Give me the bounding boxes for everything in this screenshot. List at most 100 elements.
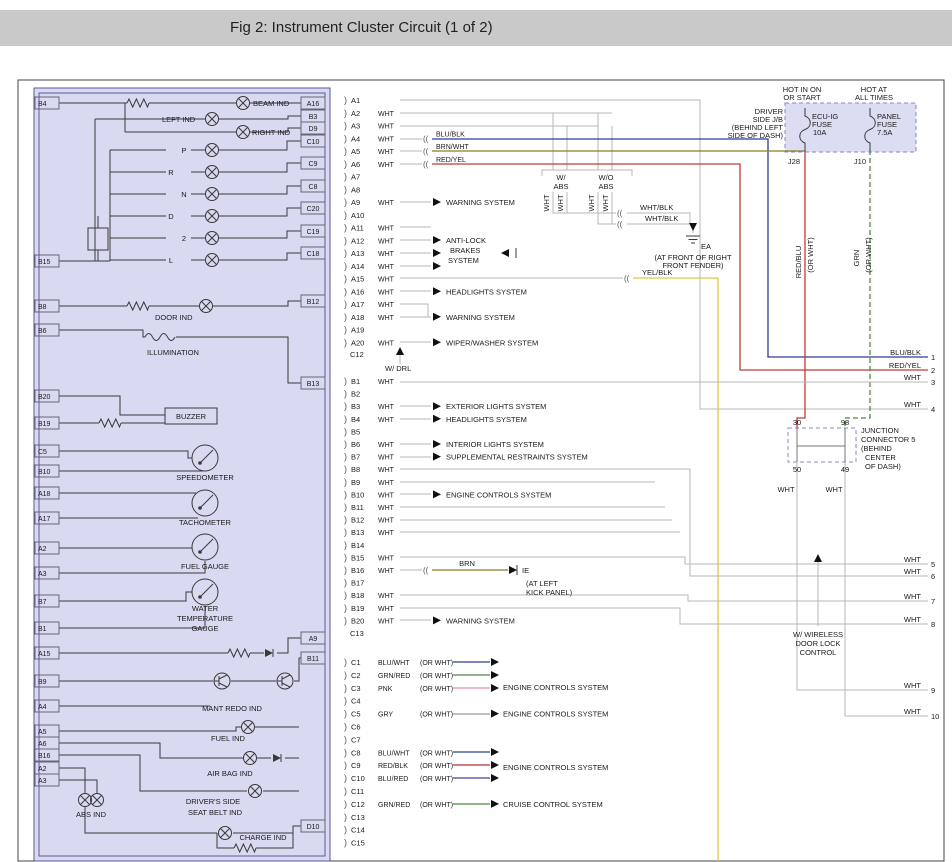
wire-color-label: RED/BLK bbox=[378, 763, 408, 770]
gauge-label: SPEEDOMETER bbox=[176, 473, 234, 482]
wire-alt-label: (OR WHT) bbox=[420, 673, 453, 680]
pin-label: B11 bbox=[351, 503, 364, 512]
inline-connector-glyph: (( bbox=[624, 274, 630, 283]
gauge-pivot bbox=[198, 461, 202, 465]
pin-bracket: ) bbox=[344, 825, 347, 835]
pin-label: B17 bbox=[351, 579, 364, 588]
pin-bracket: ) bbox=[344, 210, 347, 220]
wire-alt-label: (OR WHT) bbox=[420, 802, 453, 809]
junction-connector-label: CENTER bbox=[865, 453, 896, 462]
pin-label: A15 bbox=[351, 275, 364, 284]
pin-bracket: ) bbox=[344, 464, 347, 474]
pin-bracket: ) bbox=[344, 838, 347, 848]
pin-bracket: ) bbox=[344, 197, 347, 207]
wire-alt-label: (OR WHT) bbox=[420, 660, 453, 667]
pin-bracket: ) bbox=[344, 670, 347, 680]
junction-block-label: SIDE OF DASH) bbox=[728, 131, 784, 140]
wire-color-label: WHT bbox=[378, 264, 395, 271]
terminal-number: 1 bbox=[931, 353, 935, 362]
wire-alt-label: (OR WHT) bbox=[420, 776, 453, 783]
pin-label: B19 bbox=[351, 604, 364, 613]
pin-bracket: ) bbox=[344, 540, 347, 550]
pin-bracket: ) bbox=[344, 773, 347, 783]
gauge-label: GAUGE bbox=[191, 624, 218, 633]
pin-label: B7 bbox=[351, 453, 360, 462]
cluster-pin-label: A4 bbox=[38, 704, 47, 711]
pin-label: A8 bbox=[351, 185, 360, 194]
junction-connector-label: JUNCTION bbox=[861, 426, 899, 435]
pin-label: B16 bbox=[351, 566, 364, 575]
pin-bracket: ) bbox=[344, 223, 347, 233]
gear-position-label: R bbox=[168, 168, 174, 177]
pin-label: A12 bbox=[351, 236, 364, 245]
pin-label: B13 bbox=[351, 528, 364, 537]
wireless-door-lock-label: CONTROL bbox=[800, 648, 837, 657]
terminal-number: 7 bbox=[931, 597, 935, 606]
wire-alt-label: (OR WHT) bbox=[420, 712, 453, 719]
junction-pin-label: 49 bbox=[841, 465, 849, 474]
pin-label: B20 bbox=[351, 616, 364, 625]
wire-color-label: RED/BLU bbox=[794, 246, 803, 279]
cluster-pin-label: B6 bbox=[38, 328, 47, 335]
wire-color-label: WHT bbox=[904, 592, 921, 601]
gauge-label: TEMPERATURE bbox=[177, 614, 233, 623]
pin-label: A10 bbox=[351, 211, 364, 220]
cluster-pin-label: A17 bbox=[38, 516, 51, 523]
wire-color-label: WHT bbox=[378, 404, 395, 411]
wire-color-label: GRY bbox=[378, 712, 393, 719]
wire-color-label: BLU/WHT bbox=[378, 750, 410, 757]
cluster-pin-label: B8 bbox=[38, 304, 47, 311]
without-abs-label: W/O bbox=[599, 173, 614, 182]
gauge-label: WATER bbox=[192, 604, 219, 613]
wire-color-label: WHT bbox=[378, 226, 395, 233]
connector-j28-label: J28 bbox=[788, 157, 800, 166]
connector-c12-label: C12 bbox=[350, 350, 364, 359]
ecu-ig-fuse-label: 10A bbox=[813, 128, 826, 137]
system-label: SYSTEM bbox=[448, 256, 479, 265]
pin-bracket: ) bbox=[344, 489, 347, 499]
cluster-pin-label: A5 bbox=[38, 729, 47, 736]
pin-bracket: ) bbox=[344, 709, 347, 719]
pin-bracket: ) bbox=[344, 696, 347, 706]
wire-alt-label: (OR WHT) bbox=[806, 237, 815, 273]
wire-color-label: WHT bbox=[378, 417, 395, 424]
wire-color-label: WHT bbox=[825, 485, 842, 494]
wire-color-label: WHT bbox=[378, 480, 395, 487]
wire-color-label: BRN bbox=[459, 559, 475, 568]
pin-bracket: ) bbox=[344, 184, 347, 194]
wire-color-label: GRN/RED bbox=[378, 802, 410, 809]
terminal-number: 4 bbox=[931, 405, 935, 414]
inline-connector-glyph: (( bbox=[617, 209, 623, 218]
system-label: ENGINE CONTROLS SYSTEM bbox=[446, 490, 551, 499]
pin-bracket: ) bbox=[344, 734, 347, 744]
wire-color-label: WHT bbox=[378, 289, 395, 296]
system-label: HEADLIGHTS SYSTEM bbox=[446, 415, 527, 424]
gauge-pivot bbox=[198, 595, 202, 599]
wire-alt-label: (OR WHT) bbox=[420, 763, 453, 770]
system-label: HEADLIGHTS SYSTEM bbox=[446, 287, 527, 296]
pin-bracket: ) bbox=[344, 657, 347, 667]
wire-color-label: GRN bbox=[852, 250, 861, 267]
pin-bracket: ) bbox=[344, 527, 347, 537]
wire-color-label: WHT bbox=[587, 194, 596, 211]
pin-label: A17 bbox=[351, 300, 364, 309]
cluster-pin-label: B13 bbox=[307, 381, 320, 388]
pin-bracket: ) bbox=[344, 452, 347, 462]
wire-color-label: WHT bbox=[904, 707, 921, 716]
wire-color-label: GRN/RED bbox=[378, 673, 410, 680]
pin-bracket: ) bbox=[344, 615, 347, 625]
ground-ie-label: KICK PANEL) bbox=[526, 588, 573, 597]
with-abs-label: ABS bbox=[553, 182, 568, 191]
wire-color-label: WHT/BLK bbox=[640, 203, 673, 212]
gear-position-label: N bbox=[181, 190, 186, 199]
indicator-label: RIGHT IND bbox=[252, 128, 291, 137]
system-label: ENGINE CONTROLS SYSTEM bbox=[503, 710, 608, 719]
connector-c13-label: C13 bbox=[350, 629, 364, 638]
cluster-pin-label: B4 bbox=[38, 101, 47, 108]
gauge-pivot bbox=[198, 550, 202, 554]
pin-label: A19 bbox=[351, 326, 364, 335]
wire-color-label: WHT bbox=[378, 530, 395, 537]
wire-color-label: WHT bbox=[378, 111, 395, 118]
wire-color-label: WHT bbox=[904, 373, 921, 382]
wire-color-label: BLU/RED bbox=[378, 776, 408, 783]
